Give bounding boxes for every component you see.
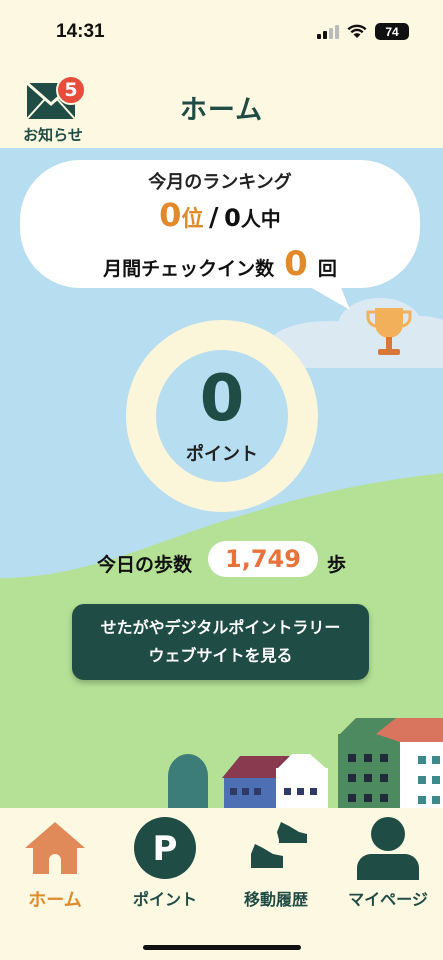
tab-points[interactable]: P ポイント: [110, 808, 220, 918]
header: 5 お知らせ ホーム: [0, 62, 443, 148]
svg-text:P: P: [153, 829, 178, 869]
website-button[interactable]: せたがやデジタルポイントラリー ウェブサイトを見る: [72, 604, 369, 680]
home-indicator[interactable]: [143, 945, 301, 950]
tab-points-label: ポイント: [132, 890, 197, 909]
status-time: 14:31: [56, 21, 105, 42]
total-unit: 人中: [240, 207, 281, 231]
tab-history[interactable]: 移動履歴: [221, 808, 331, 918]
points-label: ポイント: [186, 444, 258, 465]
bubble-tail: [298, 280, 350, 310]
website-button-line2: ウェブサイトを見る: [148, 646, 293, 665]
tab-home[interactable]: ホーム: [0, 808, 110, 918]
battery-icon: 74: [375, 23, 409, 40]
notice-label: お知らせ: [23, 126, 83, 144]
checkin-label: 月間チェックイン数: [103, 258, 275, 280]
tab-mypage-label: マイページ: [348, 890, 428, 909]
home-icon: [25, 822, 85, 874]
building: [338, 718, 443, 808]
signal-icon: [317, 24, 339, 39]
small-house: [222, 754, 328, 808]
points-icon: P: [134, 817, 196, 879]
points-value: 0: [199, 362, 245, 436]
page-title: ホーム: [179, 95, 264, 126]
tab-mypage[interactable]: マイページ: [333, 808, 443, 918]
rank-unit: 位: [181, 207, 204, 232]
steps-value: 1,749: [208, 541, 318, 577]
rank-value: 0: [159, 196, 182, 234]
tab-home-label: ホーム: [28, 890, 82, 911]
checkin-value: 0: [284, 244, 308, 284]
wifi-icon: [347, 24, 367, 38]
status-icons: 74: [317, 23, 409, 40]
tree: [168, 754, 208, 808]
steps-label: 今日の歩数: [97, 554, 193, 576]
status-bar: 14:31 74: [0, 0, 443, 62]
ranking-title: 今月のランキング: [148, 172, 292, 193]
shoes-icon: [251, 822, 307, 868]
rank-row: 0位 / 0人中: [20, 196, 420, 234]
person-icon: [357, 817, 419, 880]
rank-separator: /: [209, 203, 219, 233]
checkin-row: 月間チェックイン数 0 回: [20, 244, 420, 284]
website-button-line1: せたがやデジタルポイントラリー: [100, 618, 341, 637]
checkin-unit: 回: [317, 258, 337, 280]
tab-bar: ホーム P ポイント 移動履歴 マイページ: [0, 808, 443, 960]
total-value: 0: [224, 204, 241, 232]
trophy-icon[interactable]: [366, 304, 412, 360]
tab-history-label: 移動履歴: [243, 890, 308, 909]
steps-unit: 歩: [327, 554, 347, 576]
